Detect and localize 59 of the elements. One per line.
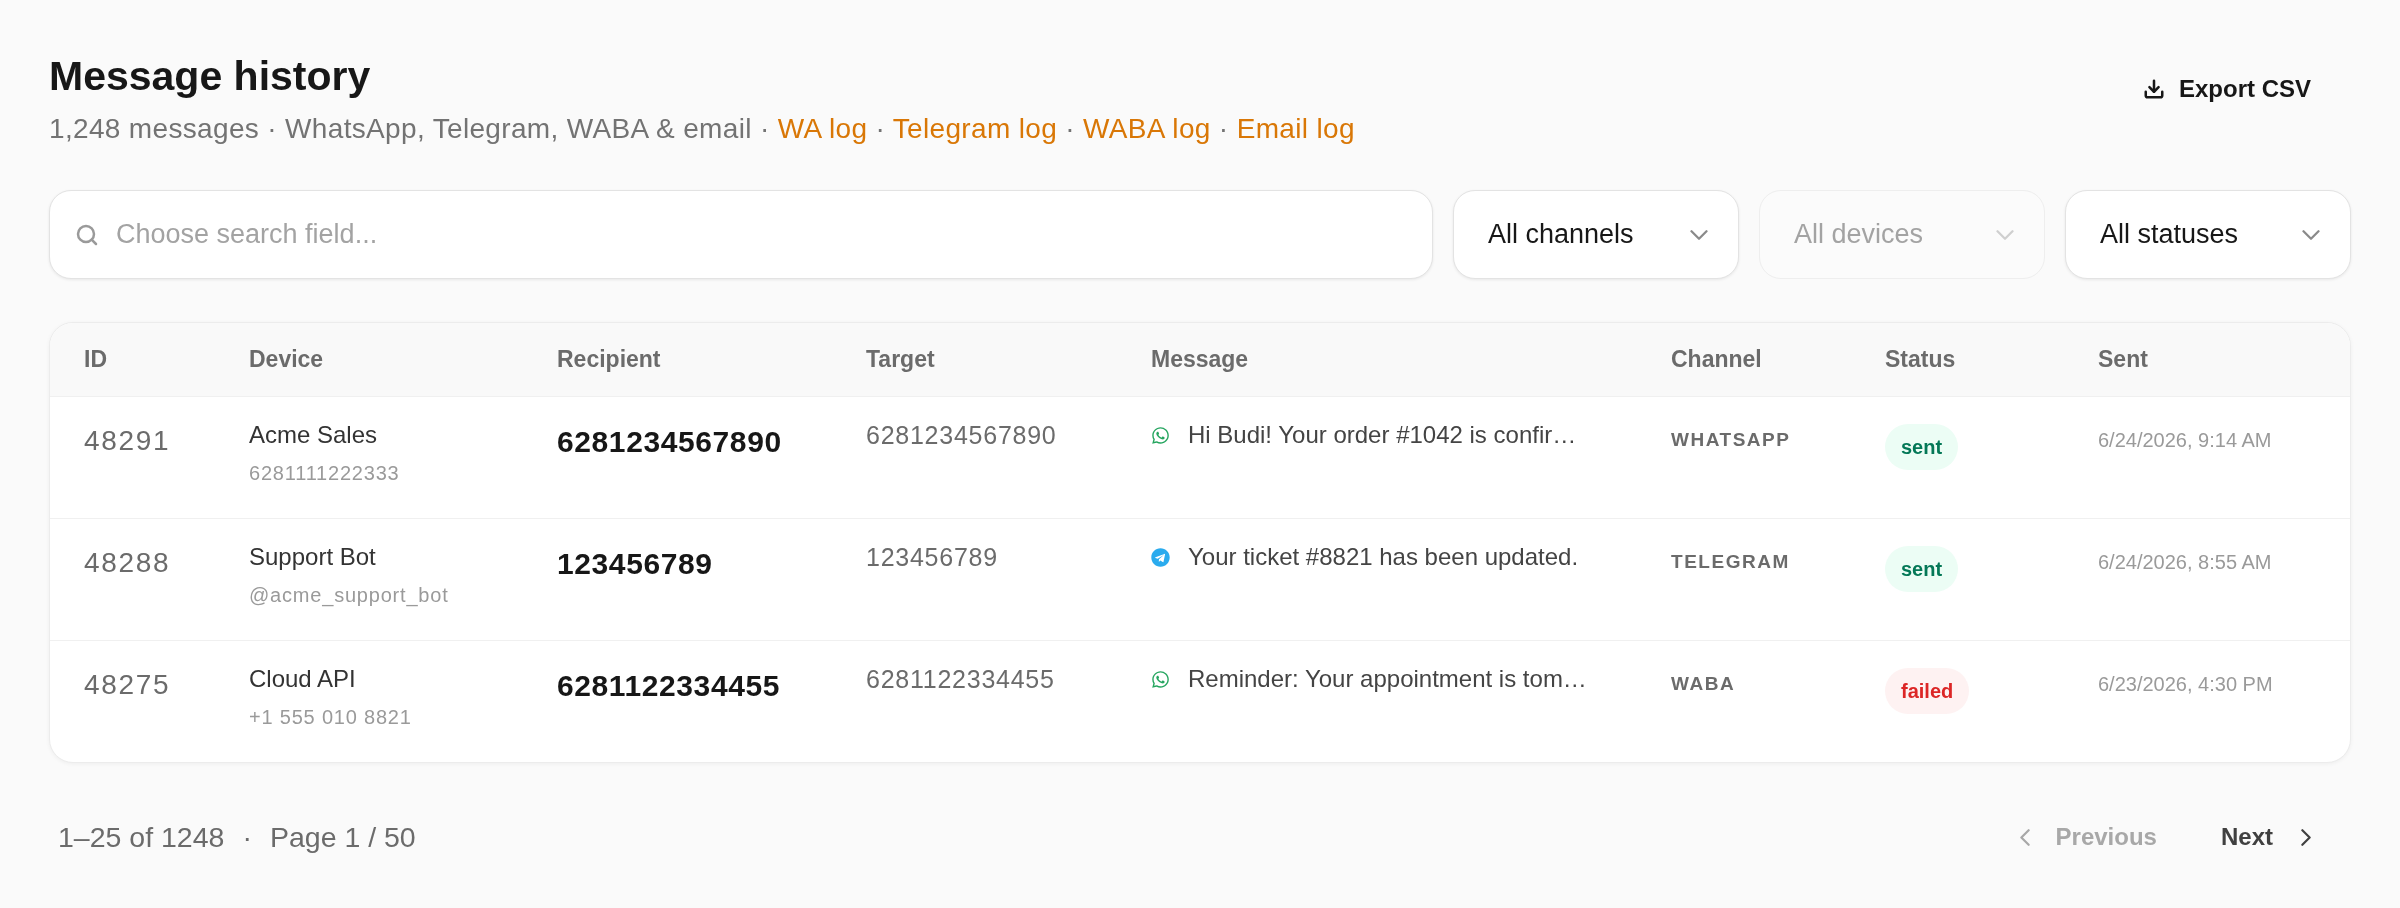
sent-time: 6/23/2026, 4:30 PM: [2098, 672, 2273, 697]
search-icon: [75, 223, 99, 247]
target-number: 6281234567890: [866, 420, 1057, 451]
chevron-left-icon: [2019, 828, 2030, 846]
log-link[interactable]: WA log: [777, 113, 868, 144]
column-header: Status: [1885, 345, 1956, 375]
phone-bubble-icon: [1151, 669, 1170, 689]
sent-time: 6/24/2026, 9:14 AM: [2098, 428, 2272, 453]
column-header: Recipient: [557, 345, 661, 375]
download-icon: [2142, 78, 2165, 100]
log-link[interactable]: Email log: [1236, 113, 1355, 144]
recipient-number: 6281234567890: [557, 424, 782, 460]
message-preview: Your ticket #8821 has been updated.: [1188, 542, 1579, 572]
phone-bubble-icon: [1151, 425, 1170, 445]
message-preview: Reminder: Your appointment is tom…: [1188, 664, 1587, 694]
channel-name: TELEGRAM: [1671, 550, 1790, 574]
column-header: Message: [1151, 345, 1249, 375]
filter-dropdown[interactable]: All channels: [1453, 190, 1739, 279]
device-name: Acme Sales: [249, 420, 378, 450]
chevron-down-icon: [1996, 229, 2014, 240]
chevron-down-icon: [2302, 229, 2320, 240]
separator-dot: ·: [242, 819, 252, 855]
device-name: Cloud API: [249, 664, 356, 694]
page-title: Message history: [49, 52, 371, 100]
recipient-number: 6281122334455: [557, 668, 781, 704]
search-field[interactable]: Choose search field...: [49, 190, 1433, 279]
column-header: Device: [249, 345, 324, 375]
filter-dropdown[interactable]: All statuses: [2065, 190, 2351, 279]
column-header: Channel: [1671, 345, 1762, 375]
message-id: 48291: [84, 424, 171, 458]
message-preview: Hi Budi! Your order #1042 is confir…: [1188, 420, 1577, 450]
page-range: 1–25 of 1248: [58, 819, 225, 855]
sent-time: 6/24/2026, 8:55 AM: [2098, 550, 2272, 575]
page-subtitle: 1,248 messages · WhatsApp, Telegram, WABA & email · WA log · Telegram log · WABA log · Email log: [49, 112, 1355, 146]
next-button[interactable]: Next: [2208, 811, 2323, 863]
recipient-number: 123456789: [557, 546, 713, 582]
export-button[interactable]: Export CSV: [2102, 62, 2351, 116]
page-indicator: Page 1 / 50: [269, 819, 416, 855]
column-header: Target: [866, 345, 935, 375]
target-number: 6281122334455: [866, 664, 1055, 695]
channel-name: WABA: [1671, 672, 1736, 696]
status-badge: sent: [1885, 546, 1959, 592]
message-id: 48275: [84, 668, 171, 702]
chevron-right-icon: [2301, 828, 2311, 846]
message-id: 48288: [84, 546, 171, 580]
chevron-down-icon: [1690, 229, 1708, 240]
log-link[interactable]: WABA log: [1083, 113, 1211, 144]
device-name: Support Bot: [249, 542, 376, 572]
status-badge: sent: [1885, 424, 1959, 470]
status-badge: failed: [1885, 668, 1970, 714]
channel-name: WHATSAPP: [1671, 428, 1791, 452]
column-header: ID: [84, 345, 107, 375]
device-detail: 6281111222333: [249, 461, 400, 486]
log-link[interactable]: Telegram log: [892, 113, 1058, 144]
device-detail: +1 555 010 8821: [249, 705, 412, 730]
paper-plane-icon: [1151, 547, 1170, 567]
target-number: 123456789: [866, 542, 998, 573]
device-detail: @acme_support_bot: [249, 583, 449, 609]
column-header: Sent: [2098, 345, 2148, 375]
